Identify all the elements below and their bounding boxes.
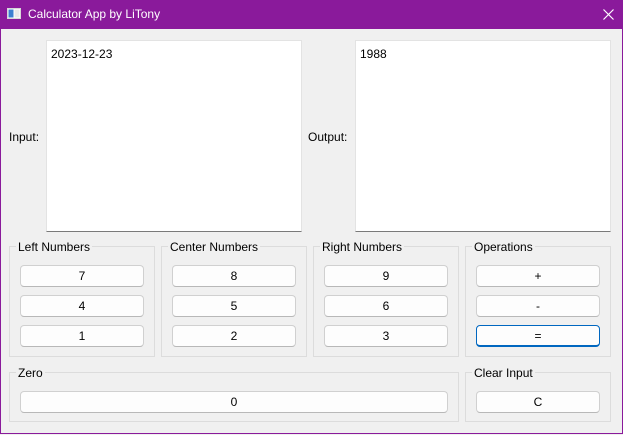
button-9[interactable]: 9 [324, 265, 448, 287]
window-title: Calculator App by LiTony [28, 7, 161, 21]
plus-button[interactable]: + [476, 265, 600, 287]
close-button[interactable] [594, 0, 623, 29]
clear-button[interactable]: C [476, 391, 600, 413]
group-title-right-numbers: Right Numbers [320, 240, 405, 254]
equals-button[interactable]: = [476, 325, 600, 347]
button-2[interactable]: 2 [172, 325, 296, 347]
output-textarea[interactable]: 1988 [355, 40, 611, 232]
button-4[interactable]: 4 [20, 295, 144, 317]
output-label: Output: [308, 130, 348, 144]
group-title-left-numbers: Left Numbers [16, 240, 93, 254]
button-3[interactable]: 3 [324, 325, 448, 347]
close-icon [603, 9, 614, 20]
button-5[interactable]: 5 [172, 295, 296, 317]
minus-button[interactable]: - [476, 295, 600, 317]
button-0[interactable]: 0 [20, 391, 448, 413]
group-title-zero: Zero [16, 366, 45, 380]
group-title-operations: Operations [472, 240, 535, 254]
input-textarea[interactable]: 2023-12-23 [46, 40, 302, 232]
button-8[interactable]: 8 [172, 265, 296, 287]
input-label: Input: [9, 130, 40, 144]
app-window-icon [7, 8, 21, 19]
button-6[interactable]: 6 [324, 295, 448, 317]
group-title-center-numbers: Center Numbers [168, 240, 261, 254]
group-title-clear-input: Clear Input [472, 366, 535, 380]
button-1[interactable]: 1 [20, 325, 144, 347]
button-7[interactable]: 7 [20, 265, 144, 287]
title-bar[interactable]: Calculator App by LiTony [0, 0, 623, 29]
